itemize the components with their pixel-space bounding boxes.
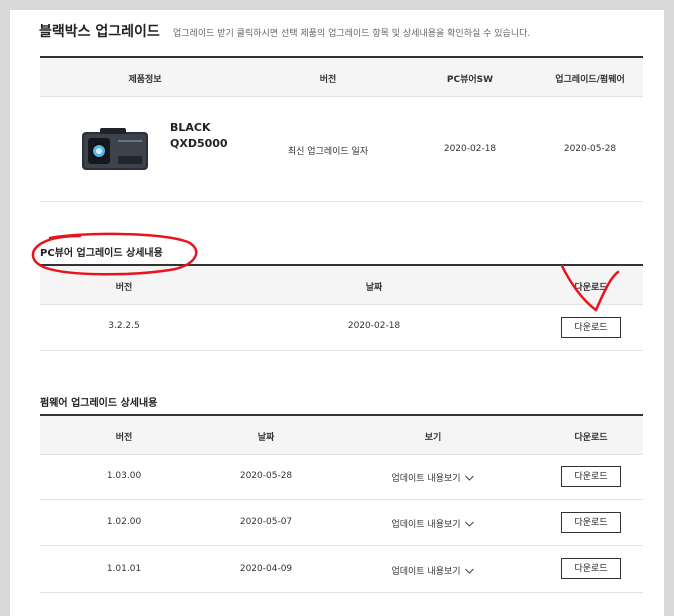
- chevron-down-icon: [465, 475, 474, 481]
- divider: [40, 350, 643, 351]
- product-name-line1: BLACK: [170, 121, 211, 134]
- product-table-header: 제품정보 버전 PC뷰어SW 업그레이드/펌웨어: [40, 58, 643, 96]
- upgrade-panel: 블랙박스 업그레이드 업그레이드 받기 클릭하시면 선택 제품의 업그레이드 항…: [10, 10, 664, 616]
- fw-download-header: 다운로드: [574, 433, 608, 443]
- pc-date-header: 날짜: [365, 283, 383, 293]
- divider: [40, 499, 643, 500]
- firmware-date-cell: 2020-05-28: [563, 144, 617, 154]
- pc-version-cell: 3.2.2.5: [108, 321, 140, 331]
- fw-version-cell: 1.02.00: [106, 517, 142, 527]
- fw-download-button[interactable]: 다운로드: [561, 558, 621, 579]
- pc-version-header: 버전: [115, 283, 133, 293]
- firmware-header: 업그레이드/펌웨어: [555, 75, 625, 85]
- firmware-table-header: 버전 날짜 보기 다운로드: [40, 416, 643, 454]
- pc-viewer-download-button[interactable]: 다운로드: [561, 317, 621, 338]
- chevron-down-icon: [465, 521, 474, 527]
- divider: [40, 454, 643, 455]
- version-cell: 최신 업그레이드 일자: [287, 147, 369, 157]
- product-info-header: 제품정보: [128, 75, 162, 85]
- fw-view-details-link[interactable]: 업데이트 내용보기: [391, 517, 474, 530]
- fw-download-button[interactable]: 다운로드: [561, 466, 621, 487]
- fw-version-header: 버전: [115, 433, 133, 443]
- divider: [40, 96, 643, 97]
- fw-download-button[interactable]: 다운로드: [561, 512, 621, 533]
- fw-view-details-link[interactable]: 업데이트 내용보기: [391, 471, 474, 484]
- fw-version-cell: 1.03.00: [106, 471, 142, 481]
- divider: [40, 201, 643, 202]
- page-title: 블랙박스 업그레이드: [39, 24, 160, 40]
- version-header: 버전: [319, 75, 337, 85]
- fw-view-details-link[interactable]: 업데이트 내용보기: [391, 564, 474, 577]
- pc-viewer-date-cell: 2020-02-18: [443, 144, 497, 154]
- pc-download-header: 다운로드: [574, 283, 608, 293]
- view-details-label: 업데이트 내용보기: [391, 520, 461, 530]
- dashcam-product-image: [82, 128, 148, 170]
- divider: [40, 304, 643, 305]
- firmware-section-title: 펌웨어 업그레이드 상세내용: [40, 398, 158, 409]
- pc-viewer-section-title: PC뷰어 업그레이드 상세내용: [40, 248, 163, 259]
- fw-date-cell: 2020-05-07: [239, 517, 293, 527]
- pc-date-cell: 2020-02-18: [347, 321, 401, 331]
- fw-date-header: 날짜: [257, 433, 275, 443]
- view-details-label: 업데이트 내용보기: [391, 567, 461, 577]
- page-description: 업그레이드 받기 클릭하시면 선택 제품의 업그레이드 항목 및 상세내용을 확…: [173, 29, 531, 39]
- fw-date-cell: 2020-05-28: [239, 471, 293, 481]
- product-name-line2: QXD5000: [170, 137, 228, 150]
- divider: [40, 545, 643, 546]
- pc-viewer-table-header: 버전 날짜 다운로드: [40, 266, 643, 304]
- view-details-label: 업데이트 내용보기: [391, 474, 461, 484]
- fw-view-header: 보기: [424, 433, 442, 443]
- fw-date-cell: 2020-04-09: [239, 564, 293, 574]
- product-name: BLACK QXD5000: [170, 120, 228, 152]
- chevron-down-icon: [465, 568, 474, 574]
- fw-version-cell: 1.01.01: [106, 564, 142, 574]
- pc-viewer-header: PC뷰어SW: [446, 75, 494, 85]
- divider: [40, 592, 643, 593]
